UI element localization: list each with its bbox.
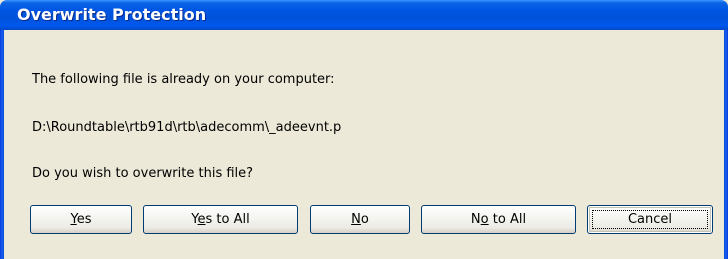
overwrite-protection-dialog: Overwrite Protection The following file … <box>0 0 728 259</box>
overwrite-question-text: Do you wish to overwrite this file? <box>32 166 254 181</box>
file-path-text: D:\Roundtable\rtb91d\rtb\adecomm\_adeevn… <box>32 120 342 135</box>
dialog-title: Overwrite Protection <box>17 5 207 24</box>
no-button[interactable]: No <box>310 205 410 234</box>
yes-to-all-accelerator: e <box>197 212 206 227</box>
yes-to-all-button[interactable]: Yes to All <box>143 205 298 234</box>
no-to-all-accelerator: o <box>480 212 489 227</box>
cancel-button-label: Cancel <box>627 212 673 227</box>
no-to-all-label-pre: N <box>470 212 481 227</box>
cancel-button[interactable]: Cancel <box>587 205 713 234</box>
no-button-label-post: o <box>360 212 369 227</box>
no-button-accelerator: N <box>351 212 361 227</box>
yes-button-label-post: es <box>76 212 92 227</box>
window-frame-right <box>724 30 728 259</box>
message-text: The following file is already on your co… <box>32 72 335 87</box>
window-frame-left <box>0 30 4 259</box>
title-bar[interactable]: Overwrite Protection <box>0 0 728 30</box>
yes-button[interactable]: Yes <box>30 205 132 234</box>
yes-to-all-label-post: s to All <box>205 212 250 227</box>
no-to-all-label-post: to All <box>488 212 527 227</box>
no-to-all-button[interactable]: No to All <box>421 205 576 234</box>
